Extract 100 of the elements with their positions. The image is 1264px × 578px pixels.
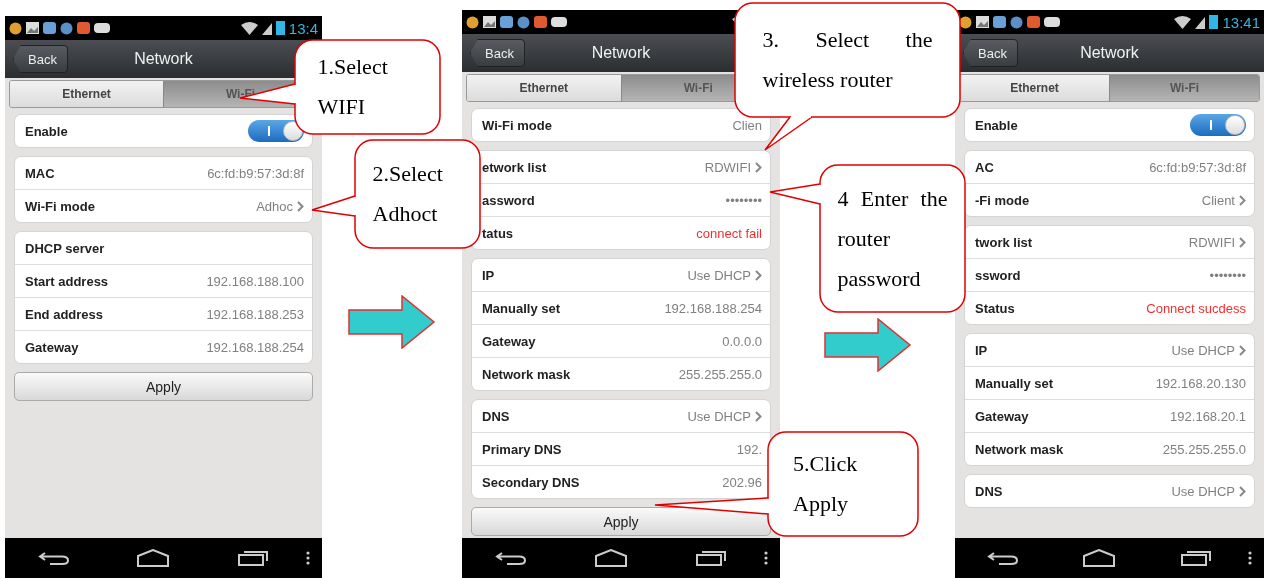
setting-label: assword [482,192,535,208]
setting-label: DNS [975,483,1003,499]
apply-button[interactable]: Apply [14,372,313,401]
setting-value: 192. [736,441,762,457]
callout-text: 4 Enter the router password [837,184,948,293]
setting-value: •••••••• [725,192,762,208]
back-button[interactable]: Back [13,45,68,73]
setting-label: IP [975,342,988,358]
app-icon [993,16,1006,28]
wifi-icon [240,21,258,35]
chevron-icon [755,161,762,173]
chevron-icon [1239,236,1246,248]
setting-label: Enable [25,123,68,139]
setting-label: Manually set [482,300,561,316]
setting-value: 6c:fd:b9:57:3d:8f [1149,159,1246,175]
back-icon[interactable] [495,550,528,566]
setting-label: Secondary DNS [482,474,580,490]
callout-text: 1.Select WIFI [317,53,389,121]
setting-value: Use DHCP [687,267,751,283]
toggle-switch[interactable] [248,120,304,142]
setting-value: RDWIFI [1188,234,1235,250]
apply-button[interactable]: Apply [471,507,771,536]
setting-label: Enable [975,117,1018,133]
chevron-icon [297,200,304,212]
setting-value: Client [1201,192,1235,208]
setting-label: ssword [975,267,1021,283]
chevron-icon [1239,344,1246,356]
menu-icon[interactable] [1248,551,1252,565]
recents-icon[interactable] [1180,550,1213,566]
home-icon[interactable] [1082,549,1117,567]
home-icon[interactable] [594,549,628,567]
picture-icon [26,22,39,34]
status-time: 13:4 [288,19,318,37]
signal-icon [1195,15,1206,29]
setting-label: Wi-Fi mode [25,198,95,214]
status-value: connect fail [696,225,762,241]
setting-value: 6c:fd:b9:57:3d:8f [207,165,304,181]
setting-label: Wi-Fi mode [482,117,552,133]
setting-label: Network mask [975,441,1064,457]
setting-label: DNS [482,408,510,424]
setting-label: twork list [975,234,1033,250]
tab[interactable]: Ethernet [467,75,622,101]
right-arrow-icon [348,295,436,349]
tab[interactable]: Ethernet [960,75,1110,101]
picture-icon [483,16,496,28]
toggle-switch[interactable] [1190,114,1246,136]
setting-label: Start address [25,273,109,289]
menu-icon[interactable] [306,551,310,565]
setting-label: IP [482,267,495,283]
back-button[interactable]: Back [963,39,1018,67]
chevron-icon [1239,485,1246,497]
back-icon[interactable] [38,550,71,566]
setting-value: 192.168.188.254 [664,300,762,316]
app-icon [500,16,513,28]
setting-value: Adhoc [256,198,293,214]
back-button[interactable]: Back [470,39,525,67]
recents-icon[interactable] [236,550,269,566]
chevron-icon [755,410,762,422]
status-value: Connect sucdess [1146,300,1246,316]
back-icon[interactable] [986,550,1019,566]
setting-label: Gateway [975,408,1029,424]
right-arrow-icon [823,318,912,372]
signal-icon [261,21,272,35]
chevron-icon [1239,194,1246,206]
screen-title: Network [591,44,651,62]
setting-label: etwork list [482,159,547,175]
setting-label: Gateway [482,333,536,349]
setting-label: Status [975,300,1015,316]
setting-label: AC [975,159,994,175]
setting-value: 0.0.0.0 [722,333,762,349]
setting-value: 255.255.255.0 [1162,441,1246,457]
menu-icon[interactable] [764,551,768,565]
status-time: 13:41 [1222,13,1260,31]
setting-value: 192.168.20.1 [1170,408,1246,424]
chevron-icon [755,269,762,281]
picture-icon [976,16,989,28]
setting-value: Use DHCP [1171,342,1235,358]
wifi-icon [1174,15,1192,29]
callout-text: 2.Select Adhoct [372,160,444,228]
screen-title: Network [1080,44,1139,62]
setting-value: •••••••• [1209,267,1246,283]
tab[interactable]: Ethernet [10,81,164,107]
setting-label: DHCP server [25,240,105,256]
setting-value: Use DHCP [1171,483,1235,499]
setting-label: Gateway [25,339,79,355]
setting-value: 255.255.255.0 [678,366,762,382]
setting-value: Clien [732,117,762,133]
setting-label: -Fi mode [975,192,1030,208]
battery-icon [1209,15,1219,29]
setting-label: Manually set [975,375,1054,391]
setting-label: MAC [25,165,55,181]
home-icon[interactable] [136,549,171,567]
setting-label: tatus [482,225,514,241]
setting-value: 202.96 [722,474,762,490]
setting-value: Use DHCP [687,408,751,424]
callout-text: 5.Click Apply [793,450,859,518]
setting-value: 192.168.188.100 [206,273,304,289]
setting-label: Primary DNS [482,441,562,457]
recents-icon[interactable] [694,550,727,566]
setting-value: RDWIFI [704,159,751,175]
